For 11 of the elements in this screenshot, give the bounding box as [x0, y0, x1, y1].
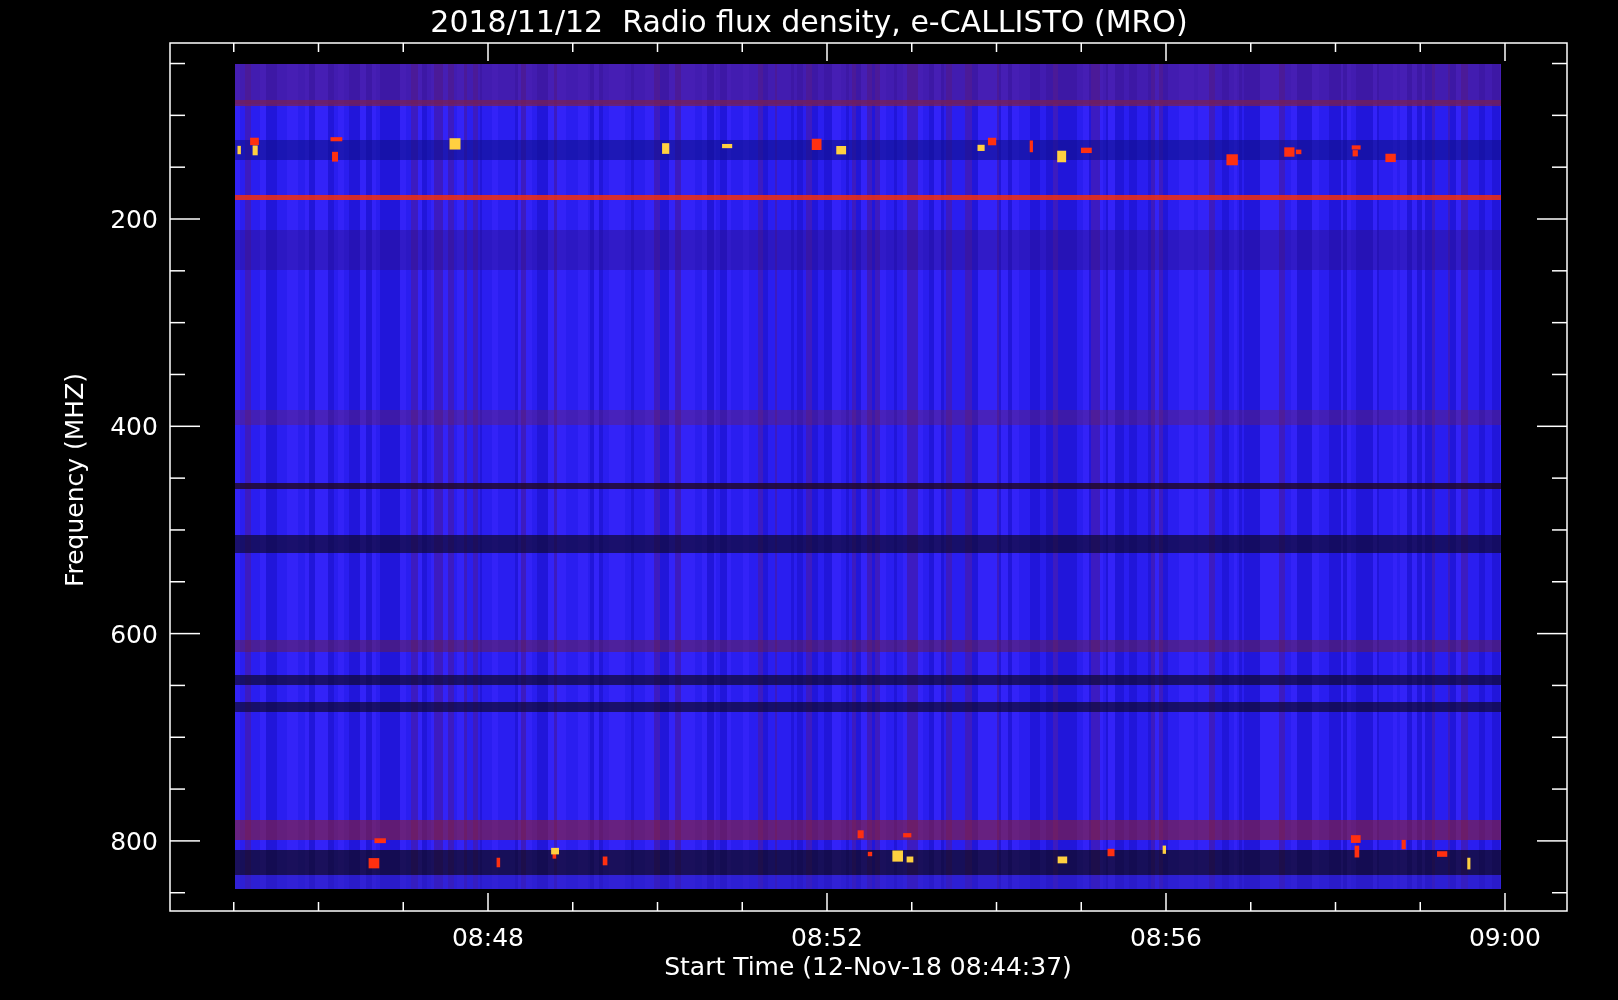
chart-title: 2018/11/12 Radio flux density, e-CALLISTO (MRO)	[430, 4, 1188, 39]
y-tick-label: 400	[110, 412, 158, 442]
y-axis-label: Frequency (MHZ)	[60, 372, 89, 588]
y-tick-label: 800	[110, 826, 158, 856]
x-tick-label: 08:48	[452, 923, 524, 952]
x-tick-label: 09:00	[1469, 923, 1541, 952]
y-tick-label: 200	[110, 205, 158, 234]
x-axis-label: Start Time (12-Nov-18 08:44:37)	[664, 952, 1072, 981]
x-tick-label: 08:52	[791, 923, 863, 952]
x-tick-label: 08:56	[1130, 923, 1202, 952]
y-tick-label: 600	[110, 619, 158, 649]
